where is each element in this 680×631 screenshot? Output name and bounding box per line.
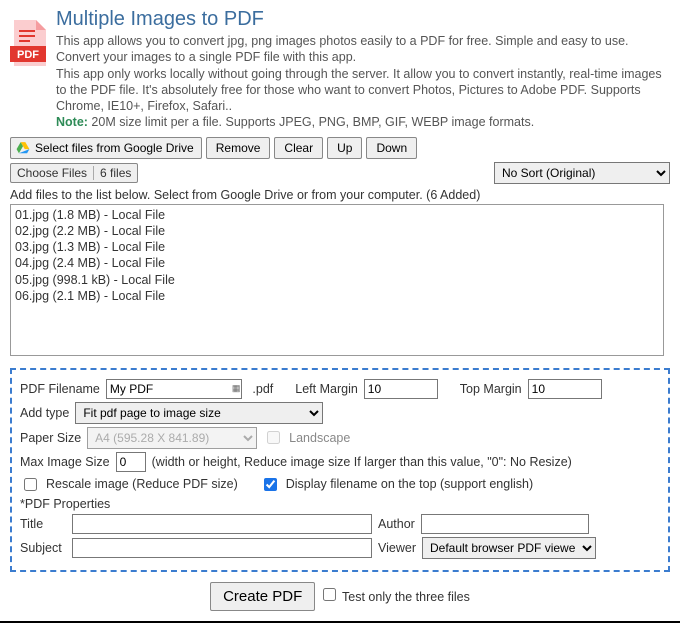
- left-margin-label: Left Margin: [295, 382, 358, 396]
- left-margin-input[interactable]: [364, 379, 438, 399]
- up-button[interactable]: Up: [327, 137, 362, 159]
- down-button[interactable]: Down: [366, 137, 417, 159]
- list-item[interactable]: 05.jpg (998.1 kB) - Local File: [15, 272, 659, 288]
- list-item[interactable]: 03.jpg (1.3 MB) - Local File: [15, 239, 659, 255]
- pdf-properties-header: *PDF Properties: [20, 497, 110, 511]
- title-input[interactable]: [72, 514, 372, 534]
- author-input[interactable]: [421, 514, 589, 534]
- remove-button[interactable]: Remove: [206, 137, 271, 159]
- rescale-checkbox[interactable]: [24, 478, 37, 491]
- top-margin-label: Top Margin: [460, 382, 522, 396]
- file-list[interactable]: 01.jpg (1.8 MB) - Local File02.jpg (2.2 …: [10, 204, 664, 356]
- divider: [0, 621, 680, 623]
- max-image-input[interactable]: [116, 452, 146, 472]
- create-pdf-button[interactable]: Create PDF: [210, 582, 315, 611]
- page-title: Multiple Images to PDF: [56, 8, 670, 31]
- max-image-hint: (width or height, Reduce image size If l…: [152, 455, 572, 469]
- display-filename-checkbox[interactable]: [264, 478, 277, 491]
- landscape-label: Landscape: [289, 431, 350, 445]
- list-item[interactable]: 06.jpg (2.1 MB) - Local File: [15, 288, 659, 304]
- description: This app allows you to convert jpg, png …: [56, 33, 670, 131]
- top-margin-input[interactable]: [528, 379, 602, 399]
- filename-label: PDF Filename: [20, 382, 100, 396]
- viewer-label: Viewer: [378, 541, 416, 555]
- paper-size-label: Paper Size: [20, 431, 81, 445]
- landscape-checkbox[interactable]: [267, 431, 280, 444]
- subject-label: Subject: [20, 541, 66, 555]
- rescale-label: Rescale image (Reduce PDF size): [46, 477, 238, 491]
- author-label: Author: [378, 517, 415, 531]
- list-item[interactable]: 02.jpg (2.2 MB) - Local File: [15, 223, 659, 239]
- pdf-extension: .pdf: [252, 382, 273, 396]
- test-label: Test only the three files: [342, 590, 470, 604]
- choose-files-button[interactable]: Choose Files 6 files: [10, 163, 138, 183]
- filename-input[interactable]: [106, 379, 242, 399]
- files-count: 6 files: [100, 166, 131, 180]
- clear-button[interactable]: Clear: [274, 137, 323, 159]
- viewer-select[interactable]: Default browser PDF viewer: [422, 537, 596, 559]
- pdf-icon: PDF: [10, 20, 46, 131]
- paper-size-select[interactable]: A4 (595.28 X 841.89): [87, 427, 257, 449]
- display-filename-label: Display filename on the top (support eng…: [286, 477, 533, 491]
- subject-input[interactable]: [72, 538, 372, 558]
- list-item[interactable]: 01.jpg (1.8 MB) - Local File: [15, 207, 659, 223]
- add-type-label: Add type: [20, 406, 69, 420]
- svg-text:PDF: PDF: [17, 49, 39, 61]
- options-panel: PDF Filename ▦ .pdf Left Margin Top Marg…: [10, 368, 670, 572]
- hint-text: Add files to the list below. Select from…: [10, 188, 670, 202]
- title-label: Title: [20, 517, 66, 531]
- max-image-label: Max Image Size: [20, 455, 110, 469]
- sort-select[interactable]: No Sort (Original): [494, 162, 670, 184]
- test-checkbox[interactable]: [323, 588, 336, 601]
- google-drive-label: Select files from Google Drive: [35, 141, 194, 155]
- add-type-select[interactable]: Fit pdf page to image size: [75, 402, 323, 424]
- select-google-drive-button[interactable]: Select files from Google Drive: [10, 137, 202, 159]
- google-drive-icon: [16, 141, 30, 155]
- list-item[interactable]: 04.jpg (2.4 MB) - Local File: [15, 255, 659, 271]
